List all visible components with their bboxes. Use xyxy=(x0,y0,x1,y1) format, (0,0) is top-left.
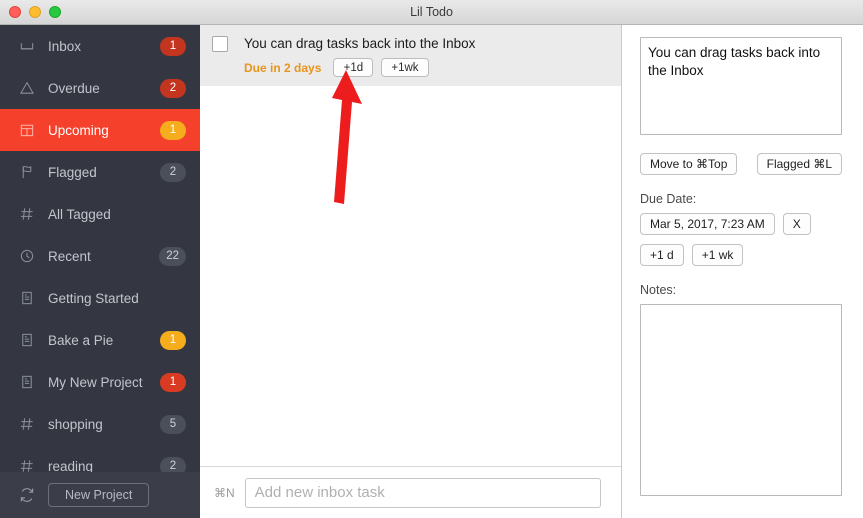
sidebar-item-all-tagged[interactable]: All Tagged xyxy=(0,193,200,235)
task-list-pane: You can drag tasks back into the Inbox Du… xyxy=(200,25,622,518)
task-title-field[interactable]: You can drag tasks back into the Inbox xyxy=(640,37,842,135)
move-to-top-button[interactable]: Move to ⌘Top xyxy=(640,153,738,175)
calendar-icon xyxy=(18,122,35,139)
inspector-pane: You can drag tasks back into the Inbox M… xyxy=(623,25,863,518)
sidebar-item-label: All Tagged xyxy=(48,206,111,222)
notes-label: Notes: xyxy=(640,283,677,297)
add-task-bar: ⌘N xyxy=(200,466,621,518)
project-icon xyxy=(18,332,35,349)
title-bar: Lil Todo xyxy=(0,0,863,25)
sidebar-list: Inbox 1 Overdue 2 Upcoming 1 Flagged 2 All Tagge… xyxy=(0,25,200,487)
due-increment-button-1d[interactable]: +1 d xyxy=(640,244,684,266)
task-complete-checkbox[interactable] xyxy=(212,36,228,52)
sidebar-item-label: Bake a Pie xyxy=(48,332,114,348)
sidebar-item-label: Recent xyxy=(48,248,91,264)
sidebar-item-getting-started[interactable]: Getting Started xyxy=(0,277,200,319)
project-icon xyxy=(18,374,35,391)
sidebar-item-bake-a-pie[interactable]: Bake a Pie 1 xyxy=(0,319,200,361)
sidebar-item-label: Getting Started xyxy=(48,290,139,306)
clear-due-date-button[interactable]: X xyxy=(782,213,811,235)
task-rows: You can drag tasks back into the Inbox Du… xyxy=(200,25,621,86)
due-increment-button-1wk[interactable]: +1 wk xyxy=(691,244,744,266)
due-date-label: Due Date: xyxy=(640,192,697,206)
hash-icon xyxy=(18,416,35,433)
sidebar-item-label: Upcoming xyxy=(48,122,109,138)
task-meta: Due in 2 days +1d +1wk xyxy=(244,58,609,77)
sync-icon[interactable] xyxy=(18,486,36,504)
due-date-value-button[interactable]: Mar 5, 2017, 7:23 AM xyxy=(640,213,775,235)
sidebar-item-recent[interactable]: Recent 22 xyxy=(0,235,200,277)
due-increment-buttons: +1 d +1 wk xyxy=(640,244,847,266)
flagged-button[interactable]: Flagged ⌘L xyxy=(756,153,842,175)
notes-field[interactable] xyxy=(640,304,842,496)
sidebar-item-badge: 1 xyxy=(160,36,186,56)
sidebar-item-label: My New Project xyxy=(48,374,143,390)
sidebar-item-overdue[interactable]: Overdue 2 xyxy=(0,67,200,109)
warning-icon xyxy=(18,80,35,97)
clock-icon xyxy=(18,248,35,265)
sidebar-item-label: Flagged xyxy=(48,164,97,180)
sidebar-item-badge: 1 xyxy=(160,120,186,140)
sidebar-item-label: shopping xyxy=(48,416,103,432)
sidebar-item-upcoming[interactable]: Upcoming 1 xyxy=(0,109,200,151)
window-title: Lil Todo xyxy=(410,5,453,19)
sidebar-item-label: Overdue xyxy=(48,80,100,96)
task-row-header: You can drag tasks back into the Inbox xyxy=(212,35,609,52)
task-due-label: Due in 2 days xyxy=(244,60,322,75)
snooze-button-plus1wk[interactable]: +1wk xyxy=(381,58,429,77)
inbox-icon xyxy=(18,38,35,55)
new-project-label: New Project xyxy=(65,488,133,502)
sidebar-item-badge: 1 xyxy=(160,330,186,350)
task-title: You can drag tasks back into the Inbox xyxy=(244,36,476,51)
sidebar-item-badge: 22 xyxy=(159,246,186,266)
sidebar-item-label: Inbox xyxy=(48,38,82,54)
snooze-button-plus1d[interactable]: +1d xyxy=(333,58,374,77)
inspector-actions: Move to ⌘Top Flagged ⌘L xyxy=(640,153,842,175)
hash-icon xyxy=(18,206,35,223)
flag-icon xyxy=(18,164,35,181)
due-date-row: Mar 5, 2017, 7:23 AM X xyxy=(640,213,847,235)
task-row[interactable]: You can drag tasks back into the Inbox Du… xyxy=(200,25,621,86)
sidebar-item-badge: 5 xyxy=(160,414,186,434)
project-icon xyxy=(18,290,35,307)
add-task-shortcut-hint: ⌘N xyxy=(214,485,235,500)
sidebar-item-flagged[interactable]: Flagged 2 xyxy=(0,151,200,193)
sidebar-item-shopping[interactable]: shopping 5 xyxy=(0,403,200,445)
sidebar-item-my-new-project[interactable]: My New Project 1 xyxy=(0,361,200,403)
app-window: Lil Todo Inbox 1 Overdue 2 Upcoming 1 Flagged 2… xyxy=(0,0,863,518)
sidebar-item-badge: 2 xyxy=(160,78,186,98)
sidebar-footer: New Project xyxy=(0,472,200,518)
sidebar-item-badge: 1 xyxy=(160,372,186,392)
sidebar-item-inbox[interactable]: Inbox 1 xyxy=(0,25,200,67)
add-task-input[interactable] xyxy=(244,477,601,508)
sidebar: Inbox 1 Overdue 2 Upcoming 1 Flagged 2 All Tagge… xyxy=(0,25,200,518)
new-project-button[interactable]: New Project xyxy=(48,483,150,507)
sidebar-item-badge: 2 xyxy=(160,162,186,182)
